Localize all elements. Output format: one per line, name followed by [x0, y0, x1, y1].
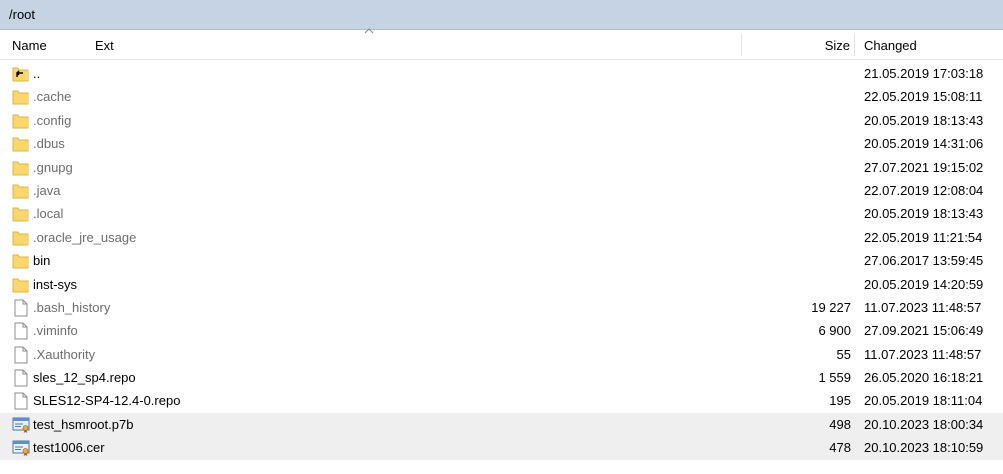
parent-folder-icon: [12, 65, 30, 83]
certificate-icon: [12, 416, 30, 434]
file-changed: 20.05.2019 14:31:06: [864, 136, 984, 152]
file-name: .bash_history: [33, 299, 111, 315]
column-header-ext[interactable]: Ext: [95, 38, 114, 53]
file-size: 195: [829, 393, 851, 409]
file-row[interactable]: .viminfo 6 900 27.09.2021 15:06:49: [0, 319, 1003, 342]
file-list: .. 21.05.2019 17:03:18 .cache 22.05.2019 15…: [0, 62, 1003, 460]
path-bar: /root: [0, 0, 1003, 30]
file-changed: 20.05.2019 18:13:43: [864, 206, 984, 222]
file-icon: [12, 369, 30, 387]
folder-icon: [12, 182, 30, 200]
file-row[interactable]: SLES12-SP4-12.4-0.repo 195 20.05.2019 18:1…: [0, 389, 1003, 412]
file-changed: 22.05.2019 11:21:54: [864, 229, 983, 245]
file-name: .gnupg: [33, 159, 73, 175]
file-row[interactable]: inst-sys 20.05.2019 14:20:59: [0, 273, 1003, 296]
column-header-size[interactable]: Size: [825, 38, 850, 53]
file-size: 19 227: [811, 299, 851, 315]
file-row[interactable]: test1006.cer 478 20.10.2023 18:10:59: [0, 436, 1003, 460]
file-row[interactable]: .. 21.05.2019 17:03:18: [0, 62, 1003, 85]
file-name: bin: [33, 253, 51, 269]
folder-icon: [12, 159, 30, 177]
file-row[interactable]: test_hsmroot.p7b 498 20.10.2023 18:00:34: [0, 412, 1003, 437]
folder-icon: [12, 229, 30, 247]
column-header: Name Ext Size Changed: [0, 28, 1003, 60]
file-name: test_hsmroot.p7b: [33, 416, 134, 432]
file-name: .java: [33, 182, 61, 198]
file-name: inst-sys: [33, 276, 78, 292]
file-changed: 20.05.2019 18:13:43: [864, 112, 984, 128]
file-row[interactable]: sles_12_sp4.repo 1 559 26.05.2020 16:18:21: [0, 366, 1003, 389]
file-name: sles_12_sp4.repo: [33, 370, 136, 386]
file-size: 55: [836, 346, 851, 362]
file-row[interactable]: .gnupg 27.07.2021 19:15:02: [0, 156, 1003, 179]
file-row[interactable]: .dbus 20.05.2019 14:31:06: [0, 132, 1003, 155]
column-separator[interactable]: [854, 34, 855, 56]
file-changed: 11.07.2023 11:48:57: [864, 346, 982, 362]
file-changed: 26.05.2020 16:18:21: [864, 370, 984, 386]
column-header-name[interactable]: Name: [12, 38, 47, 53]
file-name: .cache: [33, 89, 72, 105]
file-size: 1 559: [818, 370, 851, 386]
file-icon: [12, 322, 30, 340]
file-size: 498: [829, 416, 851, 432]
file-changed: 20.05.2019 14:20:59: [864, 276, 984, 292]
file-name: .config: [33, 112, 72, 128]
file-changed: 20.10.2023 18:00:34: [864, 416, 984, 432]
folder-icon: [12, 112, 30, 130]
file-name: .local: [33, 206, 64, 222]
file-row[interactable]: .bash_history 19 227 11.07.2023 11:48:57: [0, 296, 1003, 319]
file-changed: 22.07.2019 12:08:04: [864, 182, 984, 198]
folder-icon: [12, 135, 30, 153]
file-row[interactable]: .cache 22.05.2019 15:08:11: [0, 85, 1003, 108]
file-changed: 27.09.2021 15:06:49: [864, 323, 984, 339]
certificate-icon: [12, 439, 30, 457]
sort-ascending-icon: [364, 28, 374, 34]
file-changed: 27.07.2021 19:15:02: [864, 159, 984, 175]
column-separator[interactable]: [741, 34, 742, 56]
file-name: ..: [33, 66, 41, 81]
file-name: test1006.cer: [33, 440, 105, 456]
file-name: .oracle_jre_usage: [33, 229, 137, 245]
file-changed: 11.07.2023 11:48:57: [864, 299, 982, 315]
file-name: .viminfo: [33, 323, 78, 339]
file-row[interactable]: .config 20.05.2019 18:13:43: [0, 109, 1003, 132]
file-row[interactable]: .oracle_jre_usage 22.05.2019 11:21:54: [0, 226, 1003, 249]
file-name: .Xauthority: [33, 346, 96, 362]
file-changed: 27.06.2017 13:59:45: [864, 253, 984, 269]
file-changed: 20.10.2023 18:10:59: [864, 440, 984, 456]
folder-icon: [12, 205, 30, 223]
file-size: 6 900: [818, 323, 851, 339]
file-row[interactable]: bin 27.06.2017 13:59:45: [0, 249, 1003, 272]
folder-icon: [12, 88, 30, 106]
file-row[interactable]: .java 22.07.2019 12:08:04: [0, 179, 1003, 202]
file-icon: [12, 299, 30, 317]
folder-icon: [12, 252, 30, 270]
file-row[interactable]: .Xauthority 55 11.07.2023 11:48:57: [0, 343, 1003, 366]
file-name: .dbus: [33, 136, 65, 152]
file-row[interactable]: .local 20.05.2019 18:13:43: [0, 202, 1003, 225]
column-header-changed[interactable]: Changed: [864, 38, 917, 53]
file-icon: [12, 346, 30, 364]
file-changed: 21.05.2019 17:03:18: [864, 66, 984, 81]
current-path: /root: [9, 7, 36, 22]
file-changed: 20.05.2019 18:11:04: [864, 393, 983, 409]
file-icon: [12, 392, 30, 410]
file-size: 478: [829, 440, 851, 456]
folder-icon: [12, 276, 30, 294]
file-changed: 22.05.2019 15:08:11: [864, 89, 983, 105]
file-name: SLES12-SP4-12.4-0.repo: [33, 393, 181, 409]
